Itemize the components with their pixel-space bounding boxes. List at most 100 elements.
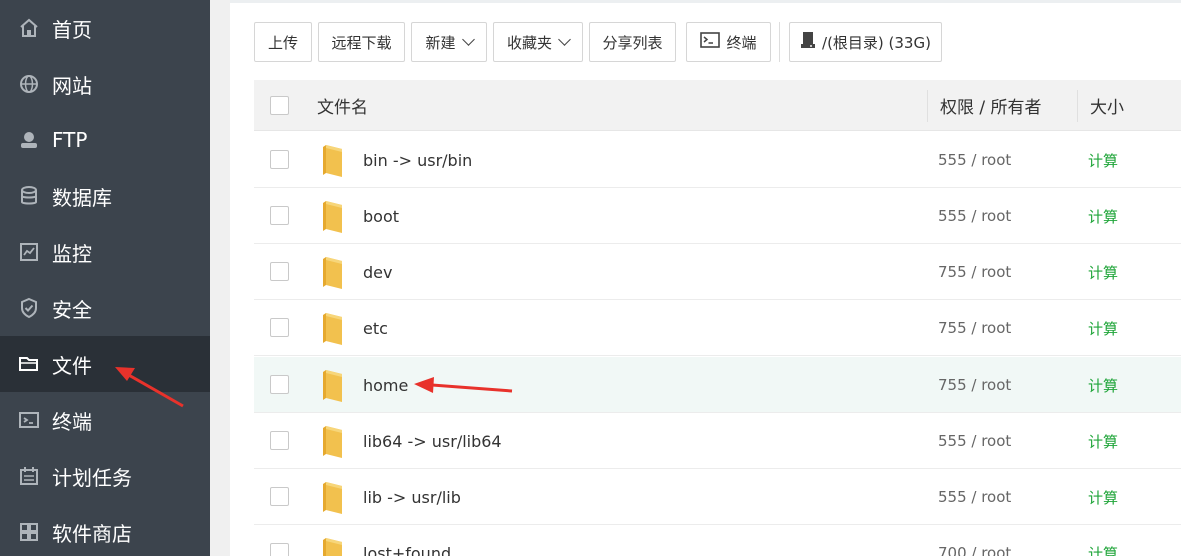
terminal-button[interactable]: 终端 <box>686 22 771 62</box>
file-table-header: 文件名 权限 / 所有者 大小 <box>254 80 1181 131</box>
calculate-size-link[interactable]: 计算 <box>1088 357 1118 413</box>
column-divider <box>927 90 928 122</box>
row-checkbox[interactable] <box>270 150 289 169</box>
sidebar-item-monitor[interactable]: 监控 <box>0 224 210 280</box>
row-checkbox[interactable] <box>270 318 289 337</box>
table-row[interactable]: etc 755 / root 计算 <box>254 300 1181 356</box>
terminal-label: 终端 <box>726 33 757 52</box>
permission-owner[interactable]: 555 / root <box>938 413 1011 469</box>
new-button[interactable]: 新建 <box>411 22 487 62</box>
sidebar-item-label: 首页 <box>52 17 92 42</box>
upload-button[interactable]: 上传 <box>254 22 312 62</box>
monitor-icon <box>18 241 40 263</box>
file-name-link[interactable]: home <box>363 357 408 413</box>
calculate-size-link[interactable]: 计算 <box>1088 132 1118 188</box>
file-name-link[interactable]: boot <box>363 188 399 244</box>
content-gutter <box>210 0 230 556</box>
sidebar-item-database[interactable]: 数据库 <box>0 168 210 224</box>
sidebar-item-files[interactable]: 文件 <box>0 336 210 392</box>
terminal-icon <box>18 409 40 431</box>
chevron-down-icon <box>461 33 475 46</box>
permission-owner[interactable]: 555 / root <box>938 132 1011 188</box>
row-checkbox[interactable] <box>270 262 289 281</box>
sidebar-item-label: 安全 <box>52 297 92 322</box>
folder-icon <box>322 256 346 290</box>
header-filename[interactable]: 文件名 <box>317 80 368 131</box>
row-checkbox[interactable] <box>270 487 289 506</box>
calculate-size-link[interactable]: 计算 <box>1088 244 1118 300</box>
sidebar-item-app-store[interactable]: 软件商店 <box>0 504 210 556</box>
header-permission[interactable]: 权限 / 所有者 <box>940 80 1042 131</box>
table-row[interactable]: lost+found 700 / root 计算 <box>254 525 1181 556</box>
calculate-size-link[interactable]: 计算 <box>1088 188 1118 244</box>
share-list-label: 分享列表 <box>602 33 663 52</box>
panel-top-border <box>230 0 1181 3</box>
disk-label: /(根目录) (33G) <box>822 33 931 52</box>
apps-icon <box>18 521 40 543</box>
row-checkbox[interactable] <box>270 206 289 225</box>
permission-owner[interactable]: 755 / root <box>938 244 1011 300</box>
sidebar-item-label: 终端 <box>52 409 92 434</box>
favorites-button[interactable]: 收藏夹 <box>493 22 583 62</box>
disk-selector-button[interactable]: /(根目录) (33G) <box>789 22 942 62</box>
file-name-link[interactable]: lib64 -> usr/lib64 <box>363 413 502 469</box>
sidebar: 首页 网站 FTP 数据库 监控 安全 文件 终端 计划任务 软件商店 <box>0 0 210 556</box>
file-name-link[interactable]: etc <box>363 300 388 356</box>
sidebar-item-ftp[interactable]: FTP <box>0 112 210 168</box>
chevron-down-icon <box>558 33 571 46</box>
calendar-icon <box>18 465 40 487</box>
column-divider <box>1077 90 1078 122</box>
sidebar-item-label: 软件商店 <box>52 521 132 546</box>
permission-owner[interactable]: 555 / root <box>938 469 1011 525</box>
table-row[interactable]: bin -> usr/bin 555 / root 计算 <box>254 132 1181 188</box>
sidebar-item-label: 网站 <box>52 73 92 98</box>
ftp-icon <box>18 129 40 151</box>
calculate-size-link[interactable]: 计算 <box>1088 300 1118 356</box>
table-row[interactable]: dev 755 / root 计算 <box>254 244 1181 300</box>
permission-owner[interactable]: 700 / root <box>938 525 1011 556</box>
remote-download-label: 远程下载 <box>331 33 392 52</box>
folder-icon <box>322 481 346 515</box>
sidebar-item-label: FTP <box>52 128 88 152</box>
sidebar-item-website[interactable]: 网站 <box>0 56 210 112</box>
share-list-button[interactable]: 分享列表 <box>589 22 676 62</box>
sidebar-item-terminal[interactable]: 终端 <box>0 392 210 448</box>
file-name-link[interactable]: bin -> usr/bin <box>363 132 472 188</box>
permission-owner[interactable]: 755 / root <box>938 300 1011 356</box>
new-label: 新建 <box>425 33 456 52</box>
file-name-link[interactable]: lost+found <box>363 525 451 556</box>
row-checkbox[interactable] <box>270 543 289 556</box>
permission-owner[interactable]: 555 / root <box>938 188 1011 244</box>
terminal-icon <box>700 32 721 52</box>
row-checkbox[interactable] <box>270 375 289 394</box>
upload-label: 上传 <box>267 33 298 52</box>
home-icon <box>18 17 40 39</box>
permission-owner[interactable]: 755 / root <box>938 357 1011 413</box>
select-all-checkbox[interactable] <box>270 96 289 115</box>
row-checkbox[interactable] <box>270 431 289 450</box>
calculate-size-link[interactable]: 计算 <box>1088 413 1118 469</box>
folder-icon <box>18 353 40 375</box>
folder-icon <box>322 369 346 403</box>
sidebar-item-cron[interactable]: 计划任务 <box>0 448 210 504</box>
disk-icon <box>800 31 816 53</box>
table-row[interactable]: lib -> usr/lib 555 / root 计算 <box>254 469 1181 525</box>
sidebar-item-home[interactable]: 首页 <box>0 0 210 56</box>
table-row[interactable]: home 755 / root 计算 <box>254 357 1181 413</box>
globe-icon <box>18 73 40 95</box>
database-icon <box>18 185 40 207</box>
shield-icon <box>18 297 40 319</box>
sidebar-item-label: 计划任务 <box>52 465 132 490</box>
table-row[interactable]: boot 555 / root 计算 <box>254 188 1181 244</box>
file-name-link[interactable]: dev <box>363 244 392 300</box>
sidebar-item-label: 文件 <box>52 353 92 378</box>
file-name-link[interactable]: lib -> usr/lib <box>363 469 461 525</box>
table-row[interactable]: lib64 -> usr/lib64 555 / root 计算 <box>254 413 1181 469</box>
header-size[interactable]: 大小 <box>1090 80 1124 131</box>
calculate-size-link[interactable]: 计算 <box>1088 469 1118 525</box>
sidebar-item-security[interactable]: 安全 <box>0 280 210 336</box>
folder-icon <box>322 144 346 178</box>
calculate-size-link[interactable]: 计算 <box>1088 525 1118 556</box>
folder-icon <box>322 312 346 346</box>
remote-download-button[interactable]: 远程下载 <box>318 22 405 62</box>
